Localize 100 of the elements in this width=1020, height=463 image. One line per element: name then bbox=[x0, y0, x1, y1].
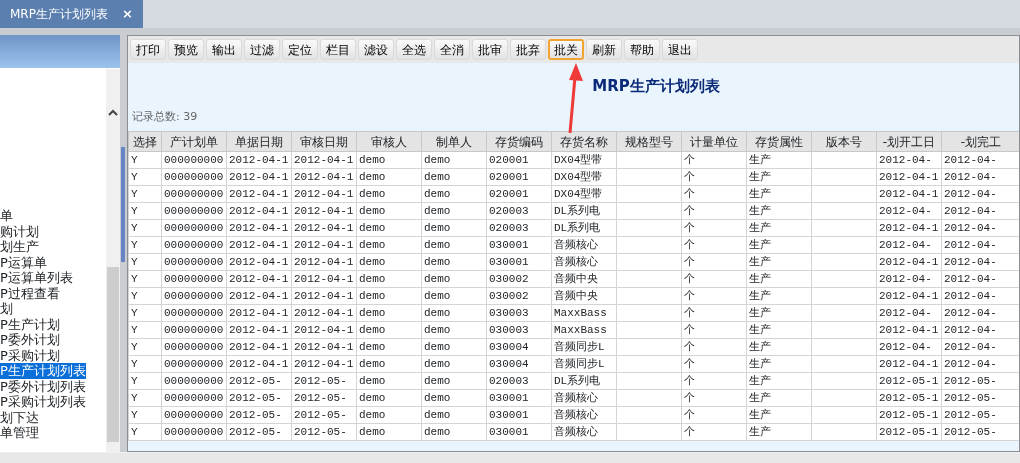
column-header[interactable]: 选择 bbox=[128, 131, 162, 152]
table-cell: demo bbox=[421, 355, 487, 373]
table-cell: Y bbox=[128, 406, 162, 424]
table-cell: 个 bbox=[681, 219, 747, 237]
tree-item[interactable]: P过程查看 bbox=[0, 285, 60, 301]
column-header[interactable]: 存货编码 bbox=[486, 131, 552, 152]
table-cell: 2012-04- bbox=[876, 304, 942, 322]
toolbar-button[interactable]: 全选 bbox=[396, 39, 432, 60]
toolbar-button[interactable]: 栏目 bbox=[320, 39, 356, 60]
table-cell: 个 bbox=[681, 270, 747, 288]
table-cell: 000000000 bbox=[161, 253, 227, 271]
table-cell: 2012-04- bbox=[876, 338, 942, 356]
column-header[interactable]: -划完工 bbox=[941, 131, 1019, 152]
table-cell: 020001 bbox=[486, 168, 552, 186]
table-cell: 2012-04-1 bbox=[291, 355, 357, 373]
toolbar-button[interactable]: 过滤 bbox=[244, 39, 280, 60]
table-cell: 个 bbox=[681, 185, 747, 203]
table-cell: 音频核心 bbox=[551, 253, 617, 271]
tree-item[interactable]: P采购计划 bbox=[0, 347, 60, 363]
table-cell: 音频核心 bbox=[551, 236, 617, 254]
tab[interactable]: MRP生产计划列表 × bbox=[0, 0, 143, 28]
toolbar-button[interactable]: 批弃 bbox=[510, 39, 546, 60]
tree-item[interactable]: 单 bbox=[0, 208, 13, 224]
table-cell: demo bbox=[356, 287, 422, 305]
table-cell: 030001 bbox=[486, 406, 552, 424]
table-cell: demo bbox=[421, 338, 487, 356]
table-cell: 020001 bbox=[486, 185, 552, 203]
column-header[interactable]: 制单人 bbox=[421, 131, 487, 152]
tree-item[interactable]: P运算单 bbox=[0, 254, 47, 270]
column-header[interactable]: 审核日期 bbox=[291, 131, 357, 152]
table-cell: Y bbox=[128, 270, 162, 288]
table-cell: 2012-04-1 bbox=[226, 185, 292, 203]
splitter-handle[interactable] bbox=[121, 147, 125, 262]
scrollbar-thumb[interactable] bbox=[107, 267, 119, 442]
table-cell: demo bbox=[421, 219, 487, 237]
column-header[interactable]: 产计划单 bbox=[161, 131, 227, 152]
toolbar-button[interactable]: 滤设 bbox=[358, 39, 394, 60]
tree-item[interactable]: 购计划 bbox=[0, 223, 39, 239]
table-cell: 2012-04-1 bbox=[291, 338, 357, 356]
column-header[interactable]: 存货属性 bbox=[746, 131, 812, 152]
scroll-up-icon[interactable] bbox=[108, 109, 118, 117]
tree-item[interactable]: 划 bbox=[0, 301, 13, 317]
tree-item[interactable]: P生产计划列表 bbox=[0, 363, 86, 379]
toolbar-button[interactable]: 退出 bbox=[662, 39, 698, 60]
column-header[interactable]: 版本号 bbox=[811, 131, 877, 152]
table-cell: demo bbox=[356, 389, 422, 407]
table-cell: 2012-04-1 bbox=[226, 338, 292, 356]
toolbar-button[interactable]: 打印 bbox=[130, 39, 166, 60]
table-cell: 2012-04-1 bbox=[226, 236, 292, 254]
table-cell: demo bbox=[421, 287, 487, 305]
column-header[interactable]: 单据日期 bbox=[226, 131, 292, 152]
table-cell: 000000000 bbox=[161, 236, 227, 254]
toolbar-button[interactable]: 预览 bbox=[168, 39, 204, 60]
table-cell: 个 bbox=[681, 236, 747, 254]
toolbar-button[interactable]: 帮助 bbox=[624, 39, 660, 60]
table-cell: Y bbox=[128, 253, 162, 271]
tree-item[interactable]: P采购计划列表 bbox=[0, 394, 86, 410]
toolbar-button[interactable]: 刷新 bbox=[586, 39, 622, 60]
report-title: MRP生产计划列表 bbox=[592, 76, 720, 97]
tree-item[interactable]: 划生产 bbox=[0, 239, 39, 255]
table-cell: 030001 bbox=[486, 253, 552, 271]
column-header[interactable]: -划开工日 bbox=[876, 131, 942, 152]
table-cell: DL系列电 bbox=[551, 202, 617, 220]
table-cell: 2012-04-1 bbox=[876, 321, 942, 339]
toolbar-button[interactable]: 批关 bbox=[548, 39, 584, 60]
toolbar-button[interactable]: 全消 bbox=[434, 39, 470, 60]
tree-item[interactable]: 单管理 bbox=[0, 425, 39, 441]
table-cell: demo bbox=[356, 372, 422, 390]
table-cell: Y bbox=[128, 389, 162, 407]
tree-item[interactable]: P生产计划 bbox=[0, 316, 60, 332]
table-cell: 生产 bbox=[746, 202, 812, 220]
column-header[interactable]: 计量单位 bbox=[681, 131, 747, 152]
tree-item[interactable]: P委外计划 bbox=[0, 332, 60, 348]
close-icon[interactable]: × bbox=[121, 4, 133, 24]
table-cell: Y bbox=[128, 321, 162, 339]
table-cell: 个 bbox=[681, 389, 747, 407]
tree-item[interactable]: P委外计划列表 bbox=[0, 378, 86, 394]
column-header[interactable]: 审核人 bbox=[356, 131, 422, 152]
table-cell: 2012-04-1 bbox=[291, 168, 357, 186]
table-cell: demo bbox=[421, 185, 487, 203]
table-cell: 个 bbox=[681, 338, 747, 356]
table-cell: 000000000 bbox=[161, 389, 227, 407]
column-header[interactable]: 规格型号 bbox=[616, 131, 682, 152]
tree-item[interactable]: 划下达 bbox=[0, 409, 39, 425]
column-header[interactable]: 存货名称 bbox=[551, 131, 617, 152]
table-cell: demo bbox=[356, 185, 422, 203]
tree-item[interactable]: P运算单列表 bbox=[0, 270, 73, 286]
table-cell: 2012-05- bbox=[226, 389, 292, 407]
table-cell: Y bbox=[128, 185, 162, 203]
toolbar-button[interactable]: 输出 bbox=[206, 39, 242, 60]
table-cell: demo bbox=[421, 236, 487, 254]
table-cell: 2012-04-1 bbox=[291, 185, 357, 203]
toolbar-button[interactable]: 定位 bbox=[282, 39, 318, 60]
table-cell: demo bbox=[421, 423, 487, 441]
toolbar-button[interactable]: 批审 bbox=[472, 39, 508, 60]
table-cell: 音频核心 bbox=[551, 406, 617, 424]
table-cell: DX04型带 bbox=[551, 185, 617, 203]
table-cell: DX04型带 bbox=[551, 151, 617, 169]
table-cell: DL系列电 bbox=[551, 372, 617, 390]
table-cell: 000000000 bbox=[161, 219, 227, 237]
